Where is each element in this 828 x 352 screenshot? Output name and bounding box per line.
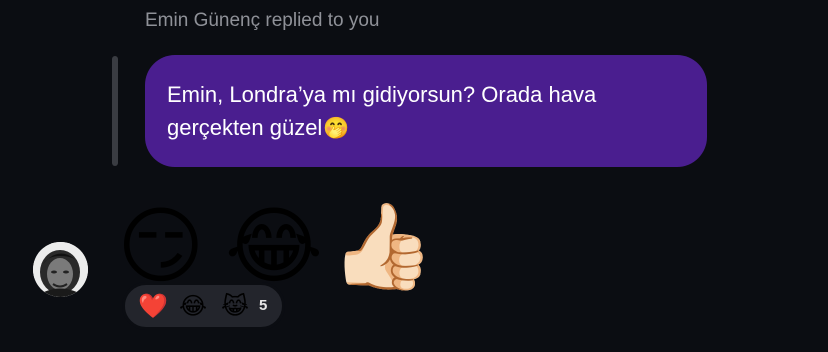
tears-of-joy-reaction-icon: 😂	[179, 293, 208, 320]
smirk-emoji[interactable]: 😏	[117, 198, 205, 294]
cat-tears-of-joy-reaction-icon: 😹	[221, 293, 250, 320]
quoted-message-text: Emin, Londra’ya mı gidiyorsun? Orada hav…	[167, 82, 597, 140]
hand-over-mouth-emoji: 🤭	[323, 117, 350, 140]
heart-reaction-icon: ❤️	[138, 293, 168, 320]
reply-quote-bar	[112, 56, 118, 166]
chat-thread: Emin Günenç replied to you Emin, Londra’…	[0, 0, 828, 352]
reactions-pill[interactable]: ❤️ 😂 😹 5	[122, 282, 285, 330]
reply-context-label: Emin Günenç replied to you	[145, 10, 380, 31]
quoted-message-bubble[interactable]: Emin, Londra’ya mı gidiyorsun? Orada hav…	[145, 55, 707, 167]
thumbs-up-emoji[interactable]: 👍🏻	[330, 198, 435, 294]
avatar-photo	[33, 242, 88, 297]
reaction-count: 5	[259, 297, 268, 314]
tears-of-joy-emoji[interactable]: 😂	[225, 198, 323, 294]
sender-avatar[interactable]	[33, 242, 88, 297]
